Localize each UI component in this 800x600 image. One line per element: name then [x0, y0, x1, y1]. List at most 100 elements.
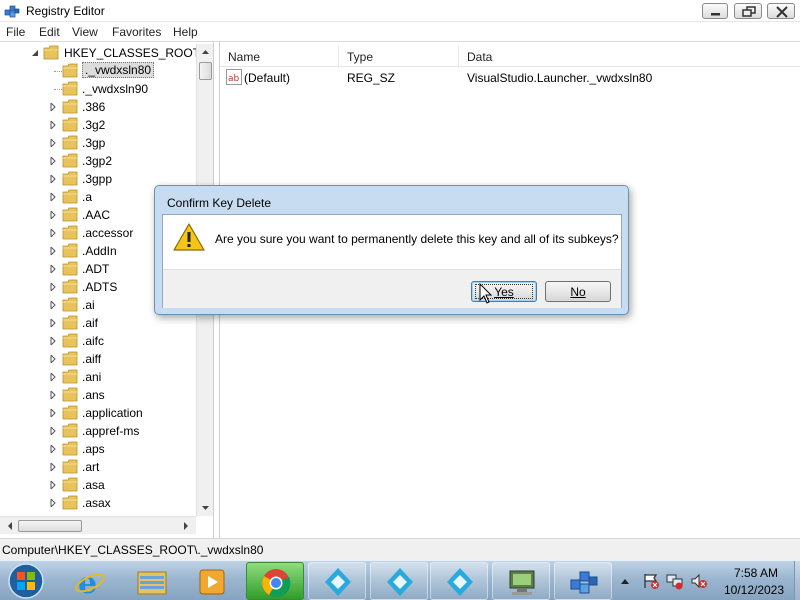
taskbar-file-explorer[interactable] [122, 562, 180, 600]
menu-edit[interactable]: Edit [39, 25, 60, 39]
collapsed-arrow-icon[interactable] [49, 211, 57, 219]
menu-help[interactable]: Help [173, 25, 198, 39]
tree-item[interactable]: .3gp2 [0, 152, 200, 170]
tree-item-label: .ai [82, 298, 95, 312]
kodi-icon [447, 568, 473, 596]
collapsed-arrow-icon[interactable] [49, 121, 57, 129]
collapsed-arrow-icon[interactable] [49, 355, 57, 363]
collapsed-arrow-icon[interactable] [49, 283, 57, 291]
tree-root-row[interactable]: HKEY_CLASSES_ROOT [0, 44, 200, 62]
taskbar-chrome[interactable] [246, 562, 304, 600]
tree-item[interactable]: .3g2 [0, 116, 200, 134]
value-row[interactable]: ab (Default) REG_SZ VisualStudio.Launche… [220, 68, 800, 86]
collapsed-arrow-icon[interactable] [49, 481, 57, 489]
collapsed-arrow-icon[interactable] [49, 373, 57, 381]
tree-item[interactable]: .386 [0, 98, 200, 116]
scroll-thumb[interactable] [18, 520, 82, 532]
kodi-icon [387, 568, 413, 596]
collapsed-arrow-icon[interactable] [49, 445, 57, 453]
column-type[interactable]: Type [339, 46, 459, 67]
collapsed-arrow-icon[interactable] [49, 139, 57, 147]
clock-time[interactable]: 7:58 AM [726, 566, 786, 580]
menu-favorites[interactable]: Favorites [112, 25, 161, 39]
restore-button[interactable] [734, 3, 762, 19]
file-explorer-icon [137, 571, 167, 595]
taskbar-network-computer[interactable] [492, 562, 550, 600]
tree-item[interactable]: .aifc [0, 332, 200, 350]
svg-text:ab: ab [228, 74, 240, 84]
network-icon[interactable] [666, 572, 684, 590]
tree-item-label: .accessor [82, 226, 134, 240]
column-data[interactable]: Data [459, 46, 800, 67]
string-value-icon: ab [226, 69, 242, 85]
tree-item[interactable]: .appref-ms [0, 422, 200, 440]
tree-item[interactable]: .asa [0, 476, 200, 494]
scroll-right-icon[interactable] [178, 517, 194, 535]
taskbar-internet-explorer[interactable]: e [60, 562, 118, 600]
clock-date[interactable]: 10/12/2023 [716, 583, 792, 597]
scroll-left-icon[interactable] [2, 517, 18, 535]
taskbar-kodi-3[interactable] [430, 562, 488, 600]
tree-item[interactable]: .aiff [0, 350, 200, 368]
tree-item[interactable]: .asax [0, 494, 200, 512]
folder-icon [62, 387, 78, 402]
tree-item[interactable]: .application [0, 404, 200, 422]
action-center-icon[interactable] [642, 572, 660, 590]
chrome-icon [262, 569, 291, 598]
dialog-message: Are you sure you want to permanently del… [215, 232, 619, 246]
tree-horizontal-scrollbar[interactable] [0, 516, 196, 534]
regedit-icon [570, 571, 598, 594]
collapsed-arrow-icon[interactable] [49, 193, 57, 201]
collapsed-arrow-icon[interactable] [49, 337, 57, 345]
tree-item[interactable]: ._vwdxsln90 [0, 80, 200, 98]
collapsed-arrow-icon[interactable] [49, 391, 57, 399]
folder-icon [62, 351, 78, 366]
collapsed-arrow-icon[interactable] [49, 265, 57, 273]
tree-item[interactable]: .ans [0, 386, 200, 404]
show-hidden-icons-icon[interactable] [620, 577, 630, 585]
collapsed-arrow-icon[interactable] [49, 157, 57, 165]
collapsed-arrow-icon[interactable] [49, 103, 57, 111]
no-button[interactable]: No [545, 281, 611, 302]
menu-file[interactable]: File [6, 25, 25, 39]
start-orb[interactable] [4, 562, 48, 600]
tree-item[interactable]: .ani [0, 368, 200, 386]
collapsed-arrow-icon[interactable] [49, 319, 57, 327]
taskbar-kodi-1[interactable] [308, 562, 366, 600]
folder-icon [62, 441, 78, 456]
menu-view[interactable]: View [72, 25, 98, 39]
scroll-down-icon[interactable] [197, 499, 214, 516]
tree-item[interactable]: .aif [0, 314, 200, 332]
tree-item[interactable]: .aps [0, 440, 200, 458]
column-name[interactable]: Name [220, 46, 339, 67]
tree-item-label: .AAC [82, 208, 111, 222]
collapsed-arrow-icon[interactable] [49, 427, 57, 435]
volume-muted-icon[interactable] [690, 572, 708, 590]
collapsed-arrow-icon[interactable] [49, 175, 57, 183]
expanded-arrow-icon[interactable] [31, 49, 39, 57]
close-button[interactable] [767, 3, 795, 19]
scroll-thumb[interactable] [199, 62, 212, 80]
folder-icon [62, 459, 78, 474]
scroll-up-icon[interactable] [197, 44, 214, 61]
tree-item[interactable]: .3gp [0, 134, 200, 152]
dialog-body: Are you sure you want to permanently del… [162, 214, 622, 308]
taskbar-kodi-2[interactable] [370, 562, 428, 600]
collapsed-arrow-icon[interactable] [49, 301, 57, 309]
internet-explorer-icon: e [75, 567, 105, 597]
tree-item-label: .application [82, 406, 143, 420]
minimize-button[interactable] [702, 3, 728, 19]
taskbar-media-player[interactable] [182, 562, 240, 600]
collapsed-arrow-icon[interactable] [49, 409, 57, 417]
tree-item[interactable]: ._vwdxsln80 [0, 62, 200, 80]
collapsed-arrow-icon[interactable] [49, 499, 57, 507]
tree-item-label: .3gpp [82, 172, 113, 186]
taskbar-registry-editor[interactable] [554, 562, 612, 600]
collapsed-arrow-icon[interactable] [49, 247, 57, 255]
collapsed-arrow-icon[interactable] [49, 229, 57, 237]
folder-icon [62, 171, 78, 186]
show-desktop-button[interactable] [794, 561, 800, 600]
tree-item[interactable]: .art [0, 458, 200, 476]
collapsed-arrow-icon[interactable] [49, 463, 57, 471]
tree-item-label: .ans [82, 388, 105, 402]
